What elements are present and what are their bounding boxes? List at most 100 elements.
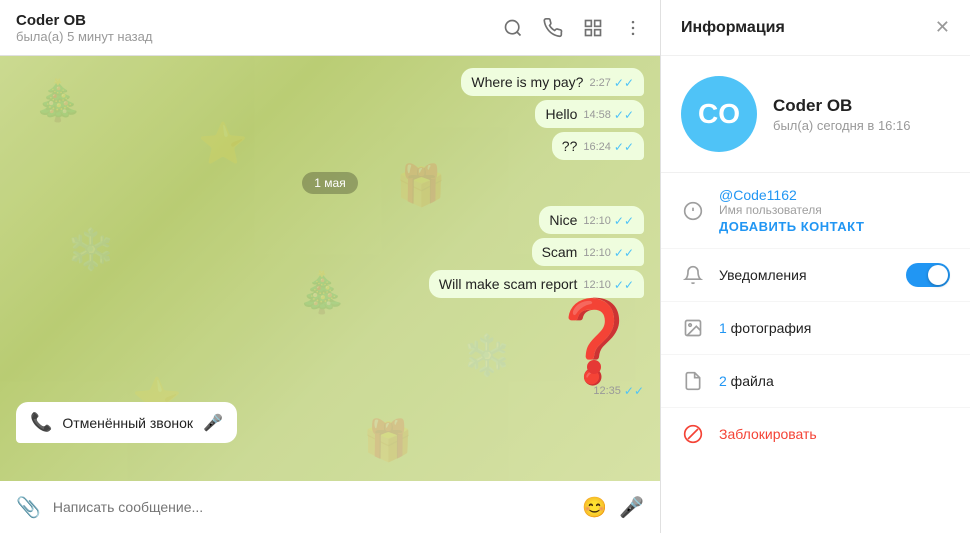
messages-area: Where is my pay? 2:27 ✓✓ Hello (0, 56, 660, 455)
message-bubble: Where is my pay? 2:27 ✓✓ (461, 68, 644, 96)
toggle-knob (928, 265, 948, 285)
read-icon: ✓✓ (614, 76, 634, 90)
bubble-time: 14:58 (583, 109, 611, 121)
files-count: 2 файла (719, 373, 774, 389)
photos-row[interactable]: 1 фотография (661, 302, 970, 355)
info-panel: Информация ✕ CO Coder OB был(а) сегодня … (660, 0, 970, 533)
bubble-text: Will make scam report (439, 276, 577, 292)
read-icon: ✓✓ (614, 108, 634, 122)
attachment-icon[interactable]: 📎 (16, 495, 41, 520)
messages-scroll: 🎄 ⭐ 🎁 ❄️ 🎄 ❄️ ⭐ 🎁 Where is my pay? 2:2 (0, 56, 660, 481)
chat-status: была(а) 5 минут назад (16, 29, 502, 44)
phone-icon[interactable] (542, 17, 564, 39)
add-contact-button[interactable]: ДОБАВИТЬ КОНТАКТ (719, 219, 950, 234)
username-value: @Code1162 (719, 187, 950, 203)
emoji-icon[interactable]: 😊 (582, 495, 607, 520)
message-bubble: Hello 14:58 ✓✓ (535, 100, 644, 128)
message-input[interactable] (53, 499, 570, 515)
bubble-content: ?? 16:24 ✓✓ (562, 138, 634, 154)
bubble-meta: 12:10 ✓✓ (583, 246, 634, 260)
bubble-meta: 14:58 ✓✓ (583, 108, 634, 122)
notifications-row: Уведомления (661, 249, 970, 302)
message-bubble: Will make scam report 12:10 ✓✓ (429, 270, 644, 298)
close-icon[interactable]: ✕ (935, 17, 950, 38)
notifications-toggle[interactable] (906, 263, 950, 287)
photo-icon (681, 316, 705, 340)
username-content: @Code1162 Имя пользователя ДОБАВИТЬ КОНТ… (719, 187, 950, 234)
message-bubble: ?? 16:24 ✓✓ (552, 132, 644, 160)
bubble-content: Where is my pay? 2:27 ✓✓ (471, 74, 634, 90)
username-label: Имя пользователя (719, 203, 950, 217)
avatar: CO (681, 76, 757, 152)
photos-count: 1 фотография (719, 320, 811, 336)
message-row: ❓ 12:35 ✓✓ (16, 302, 644, 398)
profile-section: CO Coder OB был(а) сегодня в 16:16 (661, 56, 970, 173)
bubble-time: 12:10 (583, 247, 611, 259)
photos-count-number: 1 (719, 320, 727, 336)
sticker-bubble: ❓ 12:35 ✓✓ (544, 302, 644, 398)
message-bubble: Scam 12:10 ✓✓ (532, 238, 644, 266)
message-row: 📞 Отменённый звонок 🎤 (16, 402, 644, 443)
mic-icon[interactable]: 🎤 (619, 495, 644, 520)
block-label: Заблокировать (719, 426, 817, 442)
block-row[interactable]: Заблокировать (661, 408, 970, 460)
app-container: Coder OB была(а) 5 минут назад (0, 0, 970, 533)
missed-call-bubble: 📞 Отменённый звонок 🎤 (16, 402, 237, 443)
layout-icon[interactable] (582, 17, 604, 39)
info-title: Информация (681, 19, 785, 37)
read-icon: ✓✓ (614, 278, 634, 292)
profile-info: Coder OB был(а) сегодня в 16:16 (773, 96, 910, 133)
bubble-text: Scam (542, 244, 578, 260)
sticker-dot (587, 360, 601, 374)
chat-name: Coder OB (16, 12, 502, 29)
username-row: @Code1162 Имя пользователя ДОБАВИТЬ КОНТ… (661, 173, 970, 249)
read-icon: ✓✓ (624, 384, 644, 398)
read-icon: ✓✓ (614, 246, 634, 260)
bubble-text: Hello (545, 106, 577, 122)
bubble-time: 12:10 (583, 215, 611, 227)
bubble-time: 12:35 (593, 385, 621, 397)
bubble-content: Nice 12:10 ✓✓ (549, 212, 634, 228)
message-row: Nice 12:10 ✓✓ (16, 206, 644, 234)
chat-input-bar: 📎 😊 🎤 (0, 481, 660, 533)
bubble-text: Nice (549, 212, 577, 228)
chat-header-info: Coder OB была(а) 5 минут назад (16, 12, 502, 44)
file-icon (681, 369, 705, 393)
more-icon[interactable] (622, 17, 644, 39)
message-row: Where is my pay? 2:27 ✓✓ (16, 68, 644, 96)
message-row: Hello 14:58 ✓✓ (16, 100, 644, 128)
bubble-meta: 12:10 ✓✓ (583, 214, 634, 228)
missed-call-icon: 📞 (30, 412, 52, 433)
message-row: ?? 16:24 ✓✓ (16, 132, 644, 160)
bubble-content: Scam 12:10 ✓✓ (542, 244, 634, 260)
profile-status: был(а) сегодня в 16:16 (773, 118, 910, 133)
date-badge: 1 мая (302, 172, 357, 194)
files-count-number: 2 (719, 373, 727, 389)
read-icon: ✓✓ (614, 214, 634, 228)
profile-name: Coder OB (773, 96, 910, 116)
bubble-text: ?? (562, 138, 578, 154)
chat-header-actions (502, 17, 644, 39)
missed-call-text: Отменённый звонок (62, 415, 193, 431)
bell-icon (681, 263, 705, 287)
bubble-text: Where is my pay? (471, 74, 583, 90)
read-icon: ✓✓ (614, 140, 634, 154)
bubble-meta: 12:10 ✓✓ (583, 278, 634, 292)
bubble-time: 12:10 (583, 279, 611, 291)
date-divider: 1 мая (16, 172, 644, 194)
files-row[interactable]: 2 файла (661, 355, 970, 408)
info-rows: @Code1162 Имя пользователя ДОБАВИТЬ КОНТ… (661, 173, 970, 460)
microphone-icon: 🎤 (203, 413, 223, 433)
bubble-time: 2:27 (589, 77, 610, 89)
block-icon (681, 422, 705, 446)
message-bubble: Nice 12:10 ✓✓ (539, 206, 644, 234)
chat-header: Coder OB была(а) 5 минут назад (0, 0, 660, 56)
message-row: Will make scam report 12:10 ✓✓ (16, 270, 644, 298)
chat-area: Coder OB была(а) 5 минут назад (0, 0, 660, 533)
bubble-meta: 2:27 ✓✓ (589, 76, 634, 90)
bubble-content: Will make scam report 12:10 ✓✓ (439, 276, 634, 292)
notifications-label: Уведомления (719, 267, 892, 283)
bubble-time: 16:24 (583, 141, 611, 153)
bubble-content: Hello 14:58 ✓✓ (545, 106, 634, 122)
search-icon[interactable] (502, 17, 524, 39)
